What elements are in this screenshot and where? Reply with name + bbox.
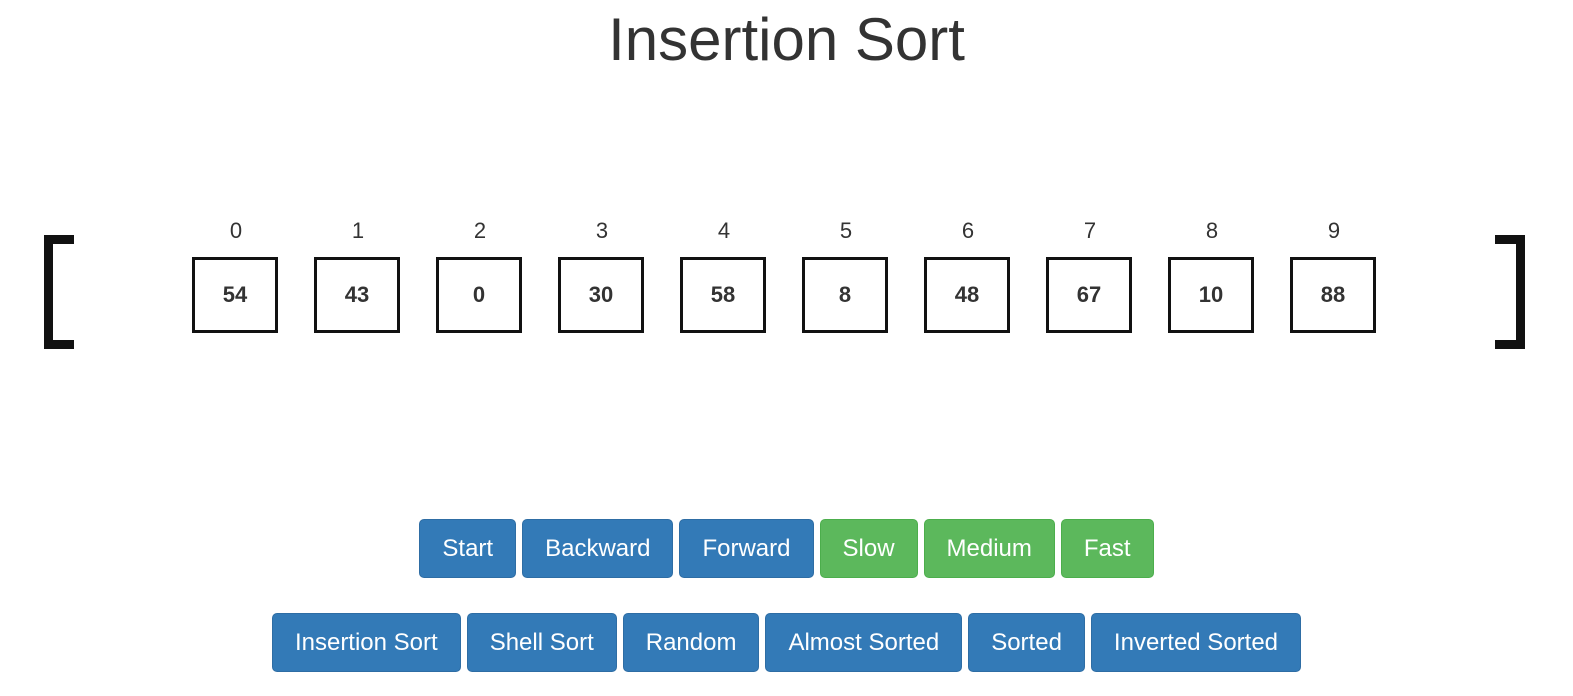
sorted-button[interactable]: Sorted <box>968 613 1085 672</box>
array-index: 9 <box>1327 218 1341 243</box>
start-button[interactable]: Start <box>419 519 517 578</box>
array-cell: 3 30 <box>558 214 646 333</box>
array-index: 1 <box>351 218 365 243</box>
array-cell: 8 10 <box>1168 214 1256 333</box>
fast-button[interactable]: Fast <box>1060 519 1154 578</box>
algorithm-controls: Insertion Sort Shell Sort Random Almost … <box>0 613 1573 672</box>
array-cell: 2 0 <box>436 214 524 333</box>
array-index: 3 <box>595 218 609 243</box>
array-value: 48 <box>924 257 1010 333</box>
array-cell: 0 54 <box>192 214 280 333</box>
array-cell: 1 43 <box>314 214 402 333</box>
array-cell: 7 67 <box>1046 214 1134 333</box>
array-value: 0 <box>436 257 522 333</box>
array-value: 43 <box>314 257 400 333</box>
array-cell: 5 8 <box>802 214 890 333</box>
array-cell: 9 88 <box>1290 214 1378 333</box>
shell-sort-button[interactable]: Shell Sort <box>466 613 617 672</box>
array-cell: 4 58 <box>680 214 768 333</box>
backward-button[interactable]: Backward <box>522 519 674 578</box>
array-index: 0 <box>229 218 243 243</box>
array-display: 0 54 1 43 2 0 3 30 4 58 5 8 6 48 7 67 8 … <box>0 0 1573 696</box>
array-index: 2 <box>473 218 487 243</box>
array-index: 7 <box>1083 218 1097 243</box>
array-index: 6 <box>961 218 975 243</box>
array-value: 30 <box>558 257 644 333</box>
medium-button[interactable]: Medium <box>923 519 1055 578</box>
array-value: 58 <box>680 257 766 333</box>
array-index: 5 <box>839 218 853 243</box>
inverted-sorted-button[interactable]: Inverted Sorted <box>1090 613 1302 672</box>
slow-button[interactable]: Slow <box>819 519 918 578</box>
array-cell: 6 48 <box>924 214 1012 333</box>
random-button[interactable]: Random <box>622 613 760 672</box>
array-index: 8 <box>1205 218 1219 243</box>
array-value: 8 <box>802 257 888 333</box>
almost-sorted-button[interactable]: Almost Sorted <box>765 613 963 672</box>
array-value: 10 <box>1168 257 1254 333</box>
forward-button[interactable]: Forward <box>679 519 814 578</box>
playback-controls: Start Backward Forward Slow Medium Fast <box>0 519 1573 578</box>
array-index: 4 <box>717 218 731 243</box>
array-value: 67 <box>1046 257 1132 333</box>
insertion-sort-button[interactable]: Insertion Sort <box>271 613 461 672</box>
array-value: 54 <box>192 257 278 333</box>
array-value: 88 <box>1290 257 1376 333</box>
